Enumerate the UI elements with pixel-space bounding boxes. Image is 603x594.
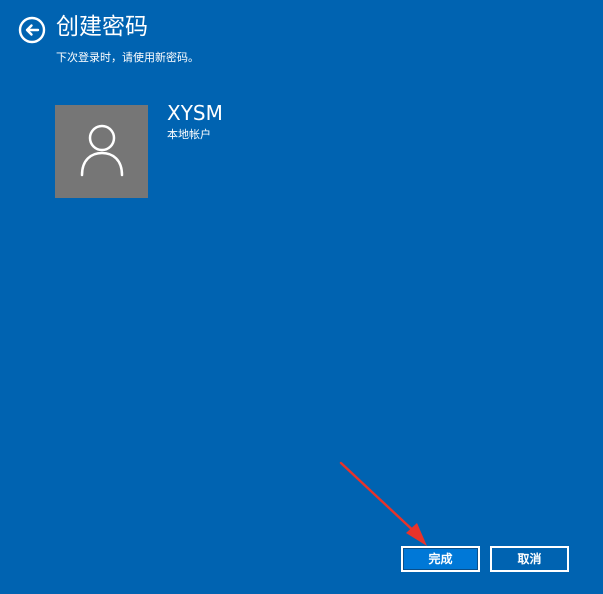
account-type: 本地帐户	[167, 128, 211, 141]
account-name: XYSM	[167, 101, 223, 125]
back-button[interactable]	[18, 16, 46, 44]
avatar	[55, 105, 148, 198]
page-title: 创建密码	[56, 14, 148, 40]
finish-button[interactable]: 完成	[401, 546, 480, 572]
page-subtitle: 下次登录时，请使用新密码。	[56, 51, 199, 64]
create-password-page: 创建密码 下次登录时，请使用新密码。 XYSM 本地帐户 完成 取消	[0, 0, 603, 594]
back-arrow-icon	[18, 16, 46, 44]
annotation-arrow	[339, 461, 427, 546]
cancel-button[interactable]: 取消	[490, 546, 569, 572]
user-icon	[80, 124, 123, 177]
